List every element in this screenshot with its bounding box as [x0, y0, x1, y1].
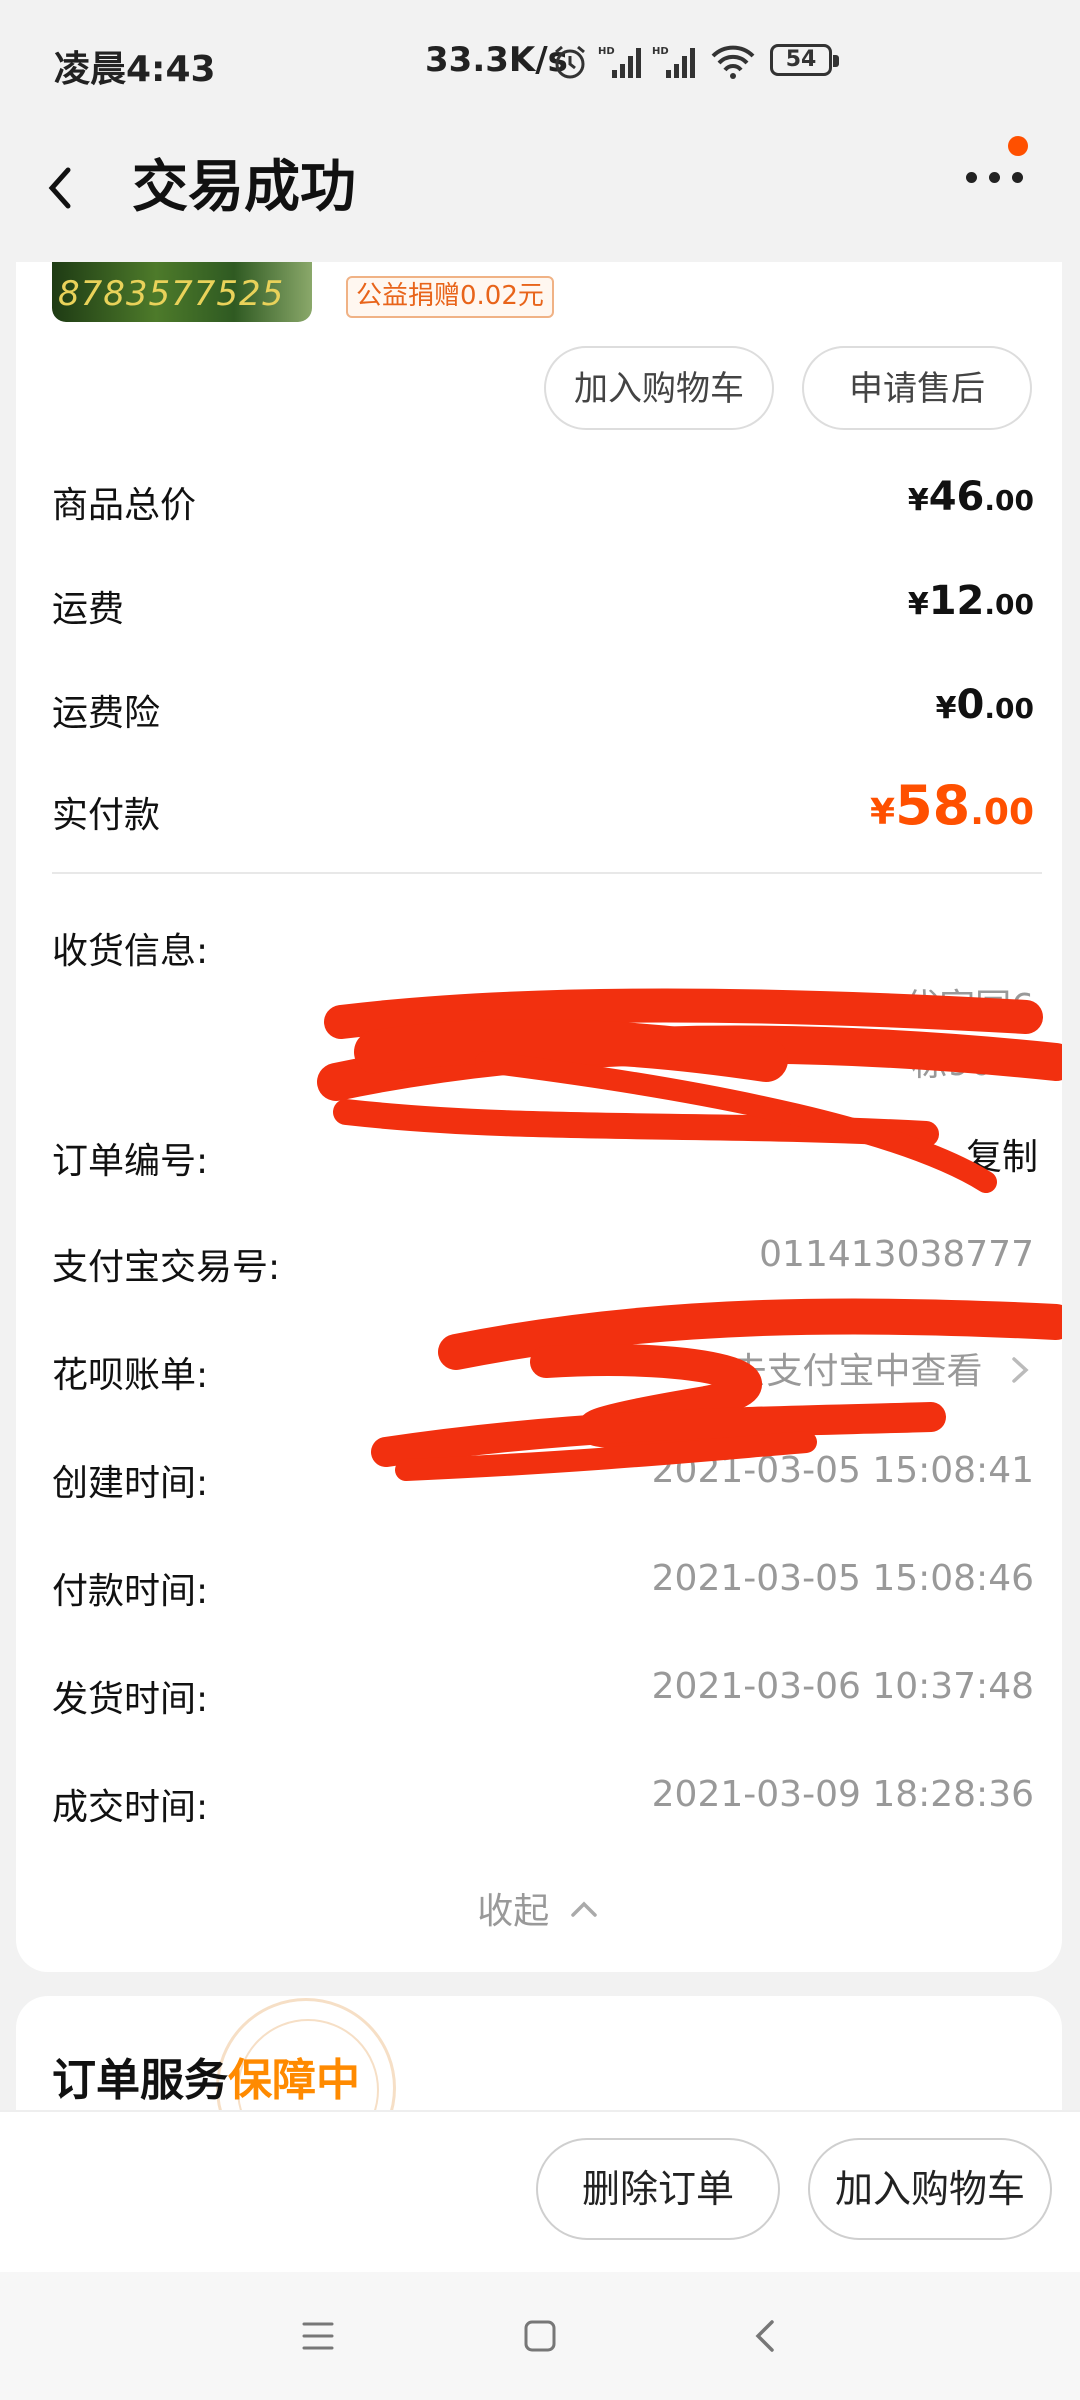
wifi-icon [711, 45, 755, 79]
menu-icon[interactable] [298, 2316, 338, 2356]
shipped-time-value: 2021-03-06 10:37:48 [651, 1666, 1034, 1707]
shipping-insurance-label: 运费险 [52, 693, 161, 734]
total-goods-price: ¥46.00 [907, 474, 1034, 520]
closed-time-value: 2021-03-09 18:28:36 [651, 1774, 1034, 1815]
status-time: 凌晨4:43 [54, 49, 216, 90]
paid-amount-label: 实付款 [52, 795, 161, 836]
more-button[interactable] [960, 168, 1040, 208]
paid-time-label: 付款时间: [52, 1571, 209, 1612]
shipping-info-label: 收货信息: [52, 931, 209, 972]
after-sale-button[interactable]: 申请售后 [802, 346, 1032, 430]
order-detail-card: 8783577525 公益捐赠0.02元 加入购物车 申请售后 商品总价 ¥46… [16, 262, 1062, 1972]
divider [52, 872, 1042, 874]
order-service-label: 订单服务 [52, 2055, 228, 2106]
shipped-time-label: 发货时间: [52, 1679, 209, 1720]
order-service-status: 保障中 [228, 2055, 360, 2106]
battery-icon: 54 [770, 44, 839, 76]
app-header: 交易成功 [0, 120, 1080, 260]
network-speed: 33.3K/s [425, 40, 568, 80]
back-button[interactable] [40, 148, 120, 228]
delete-order-button[interactable]: 删除订单 [536, 2138, 780, 2240]
notification-dot [1008, 136, 1028, 156]
order-number-label: 订单编号: [52, 1141, 209, 1182]
alarm-icon [555, 45, 585, 79]
closed-time-label: 成交时间: [52, 1787, 209, 1828]
home-icon[interactable] [520, 2316, 560, 2356]
more-dots-icon [966, 172, 977, 183]
order-service-title: 订单服务保障中 [52, 2044, 360, 2108]
signal-hd-icon: HD [652, 46, 695, 78]
add-to-cart-button[interactable]: 加入购物车 [544, 346, 774, 430]
svg-text:HD: HD [598, 46, 615, 57]
charity-tag: 公益捐赠0.02元 [346, 276, 554, 318]
collapse-label: 收起 [477, 1891, 550, 1932]
product-thumbnail[interactable]: 8783577525 [52, 262, 312, 322]
back-nav-icon[interactable] [746, 2316, 786, 2356]
svg-text:HD: HD [652, 46, 669, 57]
signal-hd-icon: HD [598, 46, 641, 78]
bottom-add-to-cart-button[interactable]: 加入购物车 [808, 2138, 1052, 2240]
paid-time-value: 2021-03-05 15:08:46 [651, 1558, 1034, 1599]
status-bar: 凌晨4:43 33.3K/s HD HD 54 [0, 0, 1080, 120]
chevron-up-icon [570, 1901, 597, 1917]
shipping-insurance-price: ¥0.00 [935, 682, 1034, 728]
shipping-fee-label: 运费 [52, 589, 125, 630]
huabei-label: 花呗账单: [52, 1355, 209, 1396]
total-goods-label: 商品总价 [52, 485, 197, 526]
thumbnail-text: 8783577525 [58, 274, 285, 314]
paid-amount-price: ¥58.00 [870, 774, 1034, 837]
redaction-scribble [317, 988, 1062, 1481]
bottom-action-bar: 删除订单 加入购物车 [0, 2110, 1080, 2272]
shipping-fee-price: ¥12.00 [907, 578, 1034, 624]
system-nav-bar [0, 2272, 1080, 2400]
page-title: 交易成功 [132, 155, 356, 220]
chevron-left-icon [48, 167, 71, 209]
created-time-label: 创建时间: [52, 1463, 209, 1504]
collapse-toggle[interactable]: 收起 [16, 1882, 1062, 1934]
